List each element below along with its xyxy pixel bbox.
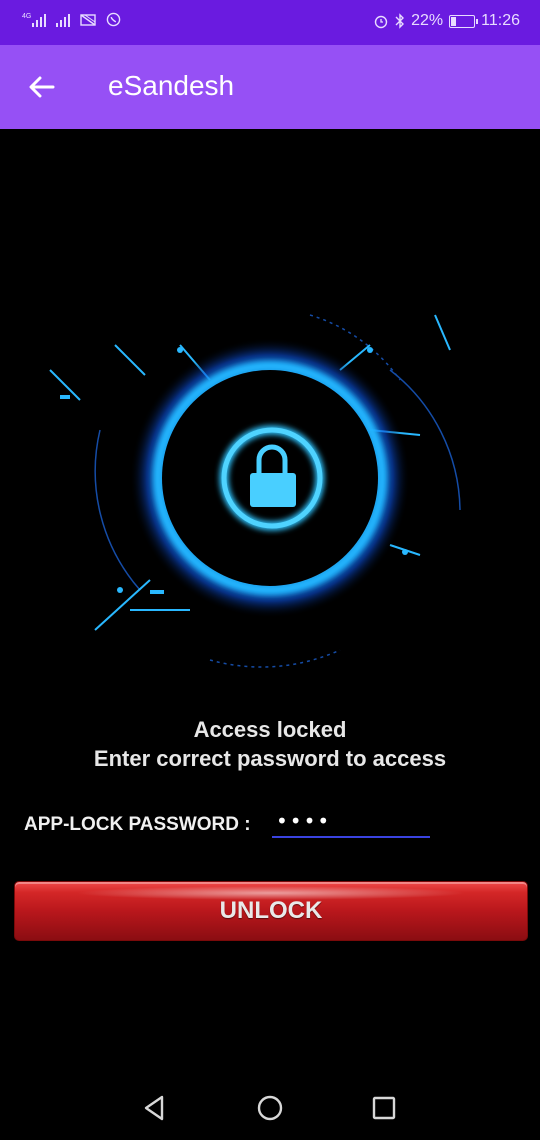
alarm-icon bbox=[374, 15, 388, 29]
back-button[interactable] bbox=[26, 71, 58, 103]
access-locked-text: Access locked bbox=[193, 717, 347, 742]
system-nav-bar bbox=[0, 1075, 540, 1140]
status-left: 4G bbox=[22, 12, 121, 27]
password-label: APP-LOCK PASSWORD : bbox=[24, 814, 251, 835]
wifi-off-icon bbox=[80, 13, 97, 26]
home-circle-icon[interactable] bbox=[254, 1092, 286, 1124]
signal-icon: 4G bbox=[22, 12, 47, 27]
status-right: 22% 11:26 bbox=[373, 12, 520, 30]
bluetooth-icon bbox=[395, 13, 405, 29]
app-bar: eSandesh bbox=[0, 45, 540, 129]
access-instruction-text: Enter correct password to access bbox=[93, 746, 447, 771]
signal-icon-2 bbox=[56, 13, 71, 27]
unlock-button-label: UNLOCK bbox=[219, 897, 323, 924]
status-bar: 4G 22% 11:26 bbox=[0, 0, 540, 45]
lock-hero-graphic bbox=[49, 314, 461, 668]
battery-percent: 22% bbox=[411, 12, 444, 29]
whatsapp-icon bbox=[107, 12, 121, 27]
clock: 11:26 bbox=[481, 12, 520, 29]
password-input[interactable] bbox=[272, 806, 430, 838]
battery-icon bbox=[449, 14, 479, 28]
page-title: eSandesh bbox=[108, 70, 235, 101]
network-type: 4G bbox=[22, 12, 32, 20]
arrow-left-icon bbox=[29, 76, 55, 98]
back-triangle-icon[interactable] bbox=[138, 1092, 170, 1124]
recents-square-icon[interactable] bbox=[368, 1092, 400, 1124]
unlock-button[interactable]: UNLOCK bbox=[14, 881, 528, 941]
